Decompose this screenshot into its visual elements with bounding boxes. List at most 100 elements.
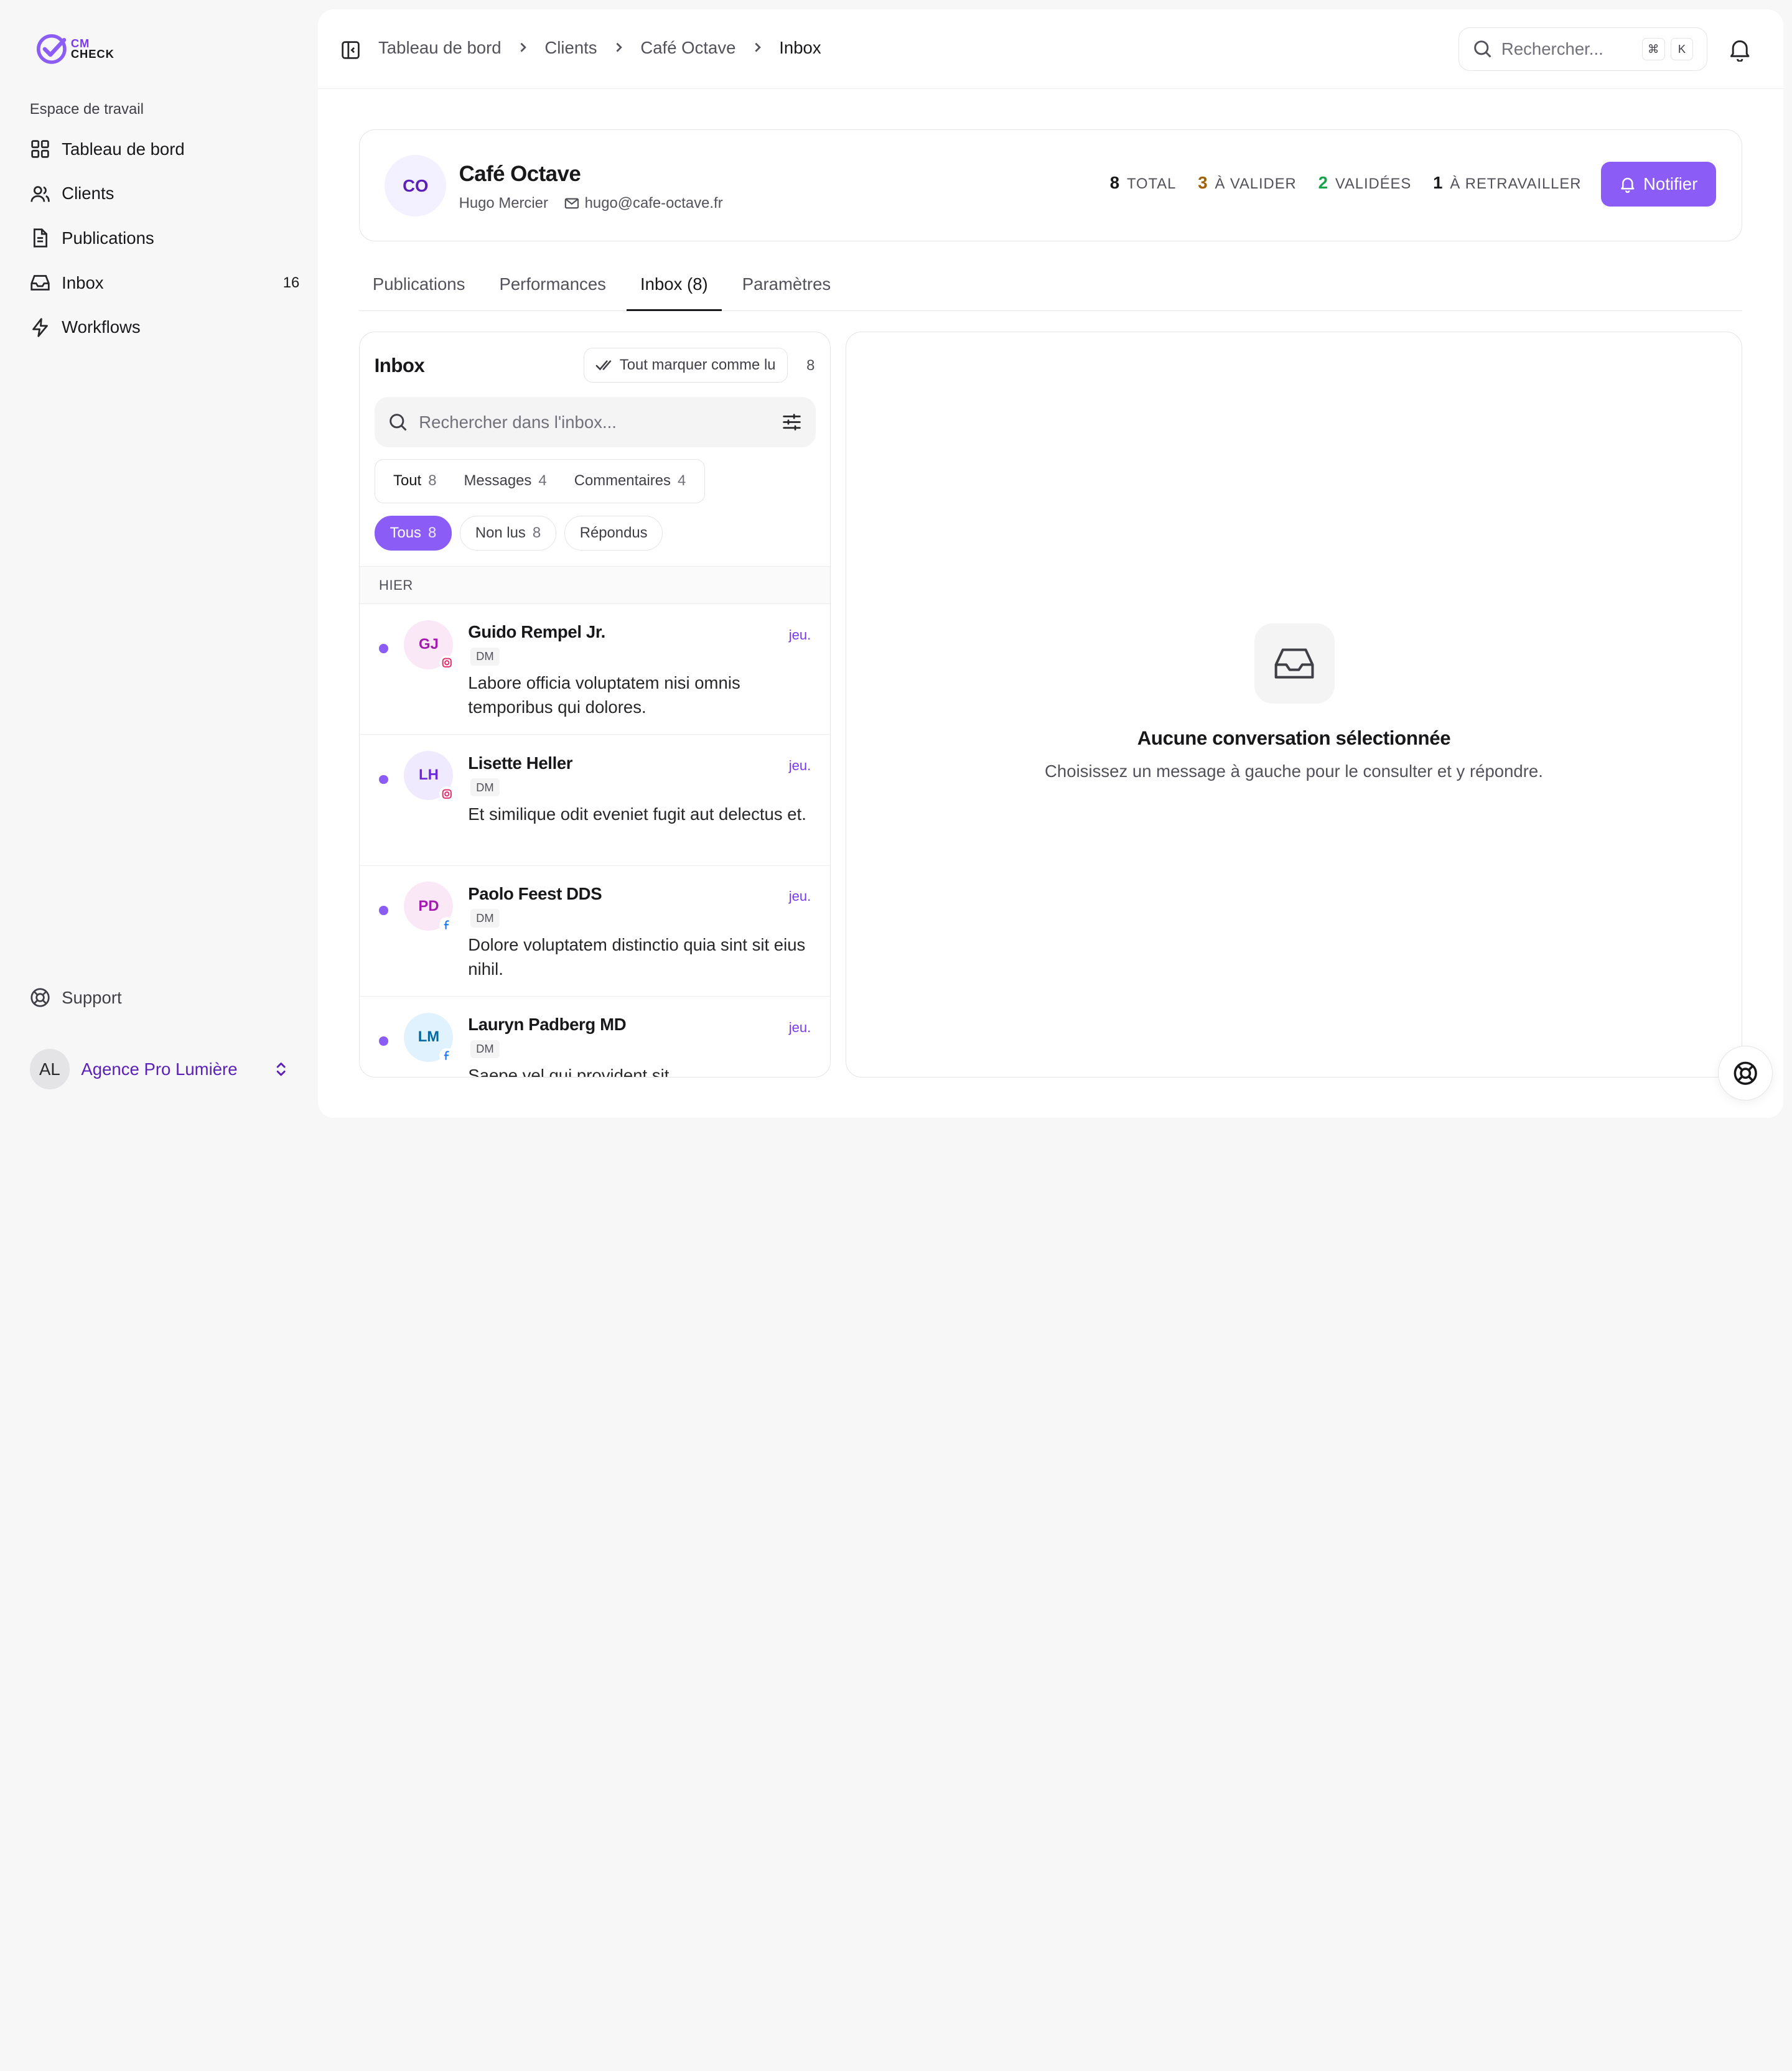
facebook-icon [439,917,455,933]
global-search-placeholder: Rechercher... [1501,39,1603,58]
mark-all-read-button[interactable]: Tout marquer comme lu [583,348,788,383]
search-shortcut: ⌘ K [1641,37,1694,61]
logo-text: CM CHECK [70,38,114,60]
kbd-cmd: ⌘ [1641,37,1665,61]
sidebar-item-label: Workflows [62,317,141,337]
stat-label: TOTAL [1126,175,1177,193]
agency-switcher[interactable]: AL Agence Pro Lumière [29,1049,291,1089]
client-email-text: hugo@cafe-octave.fr [584,195,723,212]
empty-state-title: Aucune conversation sélectionnée [1137,727,1451,750]
sidebar-item-publications[interactable]: Publications [21,216,309,261]
segment-label: Tout [393,472,422,490]
stat-value: 1 [1433,173,1444,193]
mail-icon [564,198,579,209]
sidebar-item-clients[interactable]: Clients [21,172,309,216]
conversation-item[interactable]: LM Lauryn Padberg MD DM Saepe vel qui pr… [360,997,831,1077]
sidebar-item-workflows[interactable]: Workflows [21,305,309,350]
breadcrumb-client[interactable]: Café Octave [640,38,735,58]
stat-total: 8 TOTAL [1110,173,1177,193]
sidebar: CM CHECK Espace de travail Tableau de bo… [0,0,318,1127]
sidebar-item-inbox[interactable]: Inbox 16 [21,261,309,305]
inbox-icon [30,272,50,293]
pill-count: 8 [532,524,541,542]
sidebar-nav: Tableau de bord Clients Publications Inb… [21,127,309,350]
stat-label: À RETRAVAILLER [1450,175,1582,193]
pill-label: Non lus [475,524,526,542]
contact-name: Lisette Heller [468,753,573,773]
client-stats: 8 TOTAL 3 À VALIDER 2 VALIDÉES 1 À RETRAVAIL… [1110,173,1582,193]
pill-all[interactable]: Tous 8 [374,516,452,551]
support-label: Support [62,987,122,1007]
conversation-item[interactable]: PD Paolo Feest DDS DM Dolore voluptatem … [359,866,831,997]
filter-sliders-icon[interactable] [782,412,802,432]
tab-publications[interactable]: Publications [359,263,479,311]
sidebar-toggle-icon[interactable] [340,40,361,60]
notify-label: Notifier [1643,174,1698,193]
lifebuoy-icon [1734,1061,1757,1085]
search-icon [389,414,407,431]
bolt-icon [30,317,50,338]
app-root: CM CHECK Espace de travail Tableau de bo… [0,0,1792,1127]
message-type-tag: DM [470,647,500,666]
chevron-right-icon [752,42,763,53]
pill-replied[interactable]: Répondus [564,516,663,551]
bell-icon[interactable] [1727,37,1752,62]
facebook-icon [439,1048,455,1063]
stat-validated: 2 VALIDÉES [1318,173,1412,193]
bell-icon [1621,177,1635,193]
inbox-title: Inbox [374,355,425,377]
sidebar-item-label: Publications [62,228,154,248]
client-email[interactable]: hugo@cafe-octave.fr [564,195,723,212]
logo[interactable]: CM CHECK [36,34,114,64]
client-card: CO Café Octave Hugo Mercier hugo@cafe-oc… [358,129,1742,241]
message-preview: Saepe vel qui provident sit [468,1066,670,1078]
pill-label: Tous [390,524,421,542]
conversation-item[interactable]: LH Lisette Heller DM Et similique odit e… [359,735,831,866]
dashboard-icon [30,139,50,159]
segment-messages[interactable]: Messages 4 [450,463,561,499]
inbox-count-badge: 16 [282,274,300,291]
sidebar-item-label: Clients [62,184,114,203]
segment-comments[interactable]: Commentaires 4 [561,463,700,499]
notify-button[interactable]: Notifier [1600,161,1717,207]
logo-line2: CHECK [70,47,114,60]
agency-avatar: AL [29,1049,70,1089]
client-meta: Hugo Mercier hugo@cafe-octave.fr [459,195,723,212]
conversation-item[interactable]: GJ Guido Rempel Jr. DM Labore officia vo… [359,604,831,735]
message-type-tag: DM [470,909,500,928]
segment-all[interactable]: Tout 8 [380,463,450,499]
status-filter-pills: Tous 8 Non lus 8 Répondus [374,516,663,551]
inbox-panel: Inbox Tout marquer comme lu 8 Rechercher… [358,331,831,1078]
sidebar-item-dashboard[interactable]: Tableau de bord [21,127,309,172]
main-panel: Tableau de bord Clients Café Octave Inbo… [317,9,1783,1118]
agency-name: Agence Pro Lumière [81,1059,238,1079]
segment-label: Commentaires [574,472,671,490]
message-type-tag: DM [470,778,500,797]
segment-label: Messages [464,472,532,490]
unread-dot [379,775,388,784]
support-link[interactable]: Support [30,987,122,1008]
tab-inbox[interactable]: Inbox (8) [626,263,722,311]
inbox-search-input[interactable]: Rechercher dans l'inbox... [374,397,816,448]
sidebar-item-label: Inbox [62,272,104,292]
type-segmented-control: Tout 8 Messages 4 Commentaires 4 [374,458,705,504]
client-contact: Hugo Mercier [459,195,548,212]
breadcrumb-dashboard[interactable]: Tableau de bord [378,38,502,58]
file-icon [30,228,50,248]
segment-count: 4 [677,472,686,490]
pill-unread[interactable]: Non lus 8 [460,516,556,551]
message-date: jeu. [788,626,811,643]
instagram-icon [439,655,455,671]
mark-all-read-label: Tout marquer comme lu [619,356,776,373]
unread-dot [379,1036,388,1046]
stat-label: VALIDÉES [1335,175,1412,193]
tab-settings[interactable]: Paramètres [729,263,844,311]
date-group-header: HIER [359,566,831,604]
message-date: jeu. [788,1019,811,1035]
sidebar-item-label: Tableau de bord [62,139,185,159]
message-type-tag: DM [470,1040,500,1059]
global-search[interactable]: Rechercher... ⌘ K [1458,27,1708,71]
tab-performances[interactable]: Performances [485,263,620,311]
help-button[interactable] [1718,1045,1773,1101]
breadcrumb-clients[interactable]: Clients [544,38,597,58]
